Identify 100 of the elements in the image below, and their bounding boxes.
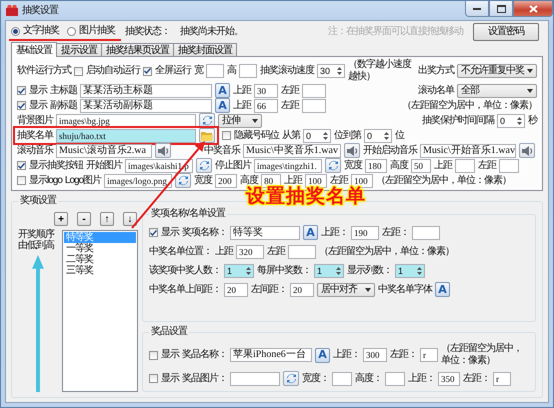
text-field[interactable] (302, 84, 326, 98)
hint-text: （数字越小速度越快） (348, 59, 412, 83)
spin-field[interactable]: 1 (314, 264, 344, 278)
radio-button[interactable]: 文字抽奖 (11, 25, 59, 37)
text-field[interactable]: 某某活动副标题 (80, 98, 212, 112)
text-field[interactable]: 100 (351, 174, 374, 188)
spin-arrows-icon[interactable] (336, 66, 343, 76)
text-field[interactable] (385, 372, 405, 386)
font-button[interactable]: A (215, 98, 230, 113)
text-field[interactable]: 30 (254, 84, 278, 98)
label-text: 抽奖滚动速度 (260, 65, 314, 77)
refresh-icon (286, 373, 296, 384)
checkbox[interactable]: 显示 (17, 100, 47, 112)
spin-field[interactable]: 1 (395, 264, 425, 278)
spin-arrows-icon[interactable] (383, 130, 390, 140)
spin-field[interactable]: 1 (224, 264, 254, 278)
spin-arrows-icon[interactable] (416, 266, 423, 276)
text-field[interactable]: 100 (305, 174, 328, 188)
checkbox[interactable]: 启动自动运行 (74, 65, 140, 77)
tab[interactable]: 抽奖结果页设置 (101, 43, 174, 56)
text-field[interactable]: 20 (224, 282, 248, 296)
label-text: 位 (395, 130, 404, 142)
label-text: 左距 (330, 174, 348, 186)
text-field[interactable]: 180 (365, 158, 387, 172)
list-control-button[interactable]: ↑ (100, 212, 114, 226)
label-text: 上距： (333, 349, 360, 361)
tab[interactable]: 提示设置 (56, 43, 102, 56)
dropdown[interactable]: 居中对齐 (317, 282, 375, 296)
sound-button[interactable] (344, 143, 360, 158)
browse-button[interactable] (325, 158, 341, 173)
dropdown[interactable]: 全部 (457, 84, 537, 98)
text-field[interactable]: 350 (438, 372, 460, 386)
label-text: 上距 (215, 246, 233, 258)
checkbox[interactable]: 显示 (149, 226, 179, 238)
text-field[interactable]: shuju/hao.txt (56, 128, 196, 142)
browse-button[interactable] (196, 158, 212, 173)
browse-button[interactable] (175, 173, 192, 188)
text-field[interactable] (239, 64, 257, 78)
font-button[interactable]: A (315, 348, 330, 362)
speaker-icon (158, 146, 168, 156)
browse-button[interactable] (283, 371, 299, 386)
text-field[interactable] (206, 64, 224, 78)
list-control-button[interactable]: ↓ (123, 212, 137, 226)
text-field[interactable]: images\tingzhi1. (254, 158, 322, 172)
text-field[interactable]: r (493, 372, 511, 386)
sound-button[interactable] (155, 143, 171, 158)
text-field[interactable] (455, 158, 475, 172)
minimize-button[interactable] (465, 1, 489, 17)
text-field[interactable]: images\bg.jpg (56, 114, 196, 128)
checkbox[interactable]: 显示 (17, 84, 47, 96)
checkbox[interactable]: 全屏运行 (143, 65, 191, 77)
text-field[interactable]: 200 (215, 174, 238, 188)
spin-arrows-icon[interactable] (322, 130, 329, 140)
text-field[interactable]: 320 (236, 244, 264, 258)
text-field[interactable] (499, 158, 519, 172)
sound-button[interactable] (519, 143, 535, 158)
spin-field[interactable]: 0 (364, 128, 392, 142)
close-button[interactable] (513, 1, 553, 17)
text-field[interactable]: 300 (363, 348, 387, 362)
tab[interactable]: 抽奖封面设置 (173, 43, 237, 56)
text-field[interactable]: images/logo.png (104, 174, 172, 188)
spin-field[interactable]: 0 (497, 114, 525, 128)
text-field[interactable] (332, 372, 352, 386)
text-field[interactable]: 特等奖 (230, 226, 300, 240)
dropdown[interactable]: 拉伸 (218, 114, 262, 128)
checkbox[interactable]: 显示 (149, 372, 179, 384)
font-button[interactable]: A (435, 282, 450, 297)
checkbox[interactable]: 显示 (149, 349, 179, 361)
spin-field[interactable]: 0 (303, 128, 331, 142)
text-field[interactable] (412, 226, 440, 240)
text-field[interactable]: 50 (411, 158, 431, 172)
spin-arrows-icon[interactable] (335, 266, 342, 276)
text-field[interactable]: 190 (351, 226, 379, 240)
text-field[interactable]: 苹果iPhone6一台 (230, 348, 312, 362)
text-field[interactable]: r (420, 348, 438, 362)
text-field[interactable] (230, 372, 280, 386)
text-field[interactable] (302, 98, 326, 112)
spin-arrows-icon[interactable] (516, 116, 523, 126)
list-control-button[interactable]: + (54, 212, 68, 226)
font-button[interactable]: A (303, 225, 318, 240)
font-button[interactable]: A (215, 83, 230, 98)
checkbox[interactable]: 显示抽奖按钮 (17, 160, 83, 172)
checkbox[interactable]: 显示logo (17, 174, 62, 186)
list-item[interactable]: 二等奖 (64, 254, 136, 265)
text-field[interactable]: 66 (254, 98, 278, 112)
list-item[interactable]: 一等奖 (64, 243, 136, 254)
text-field[interactable]: 80 (261, 174, 282, 188)
dropdown[interactable]: 不允许重复中奖 (457, 64, 537, 78)
maximize-button[interactable] (489, 1, 513, 17)
text-field[interactable] (288, 244, 316, 258)
checkbox[interactable]: 隐藏号码位 (222, 130, 279, 142)
radio-button[interactable]: 图片抽奖 (67, 25, 115, 37)
text-field[interactable]: 20 (290, 282, 314, 296)
spin-field[interactable]: 30 (317, 64, 345, 78)
spin-arrows-icon[interactable] (245, 266, 252, 276)
password-button[interactable]: 设置密码 (473, 23, 539, 41)
list-item[interactable]: 三等奖 (64, 265, 136, 276)
tab[interactable]: 基础设置 (11, 42, 57, 57)
list-control-button[interactable]: - (77, 212, 91, 226)
open-file-button[interactable] (199, 128, 215, 143)
